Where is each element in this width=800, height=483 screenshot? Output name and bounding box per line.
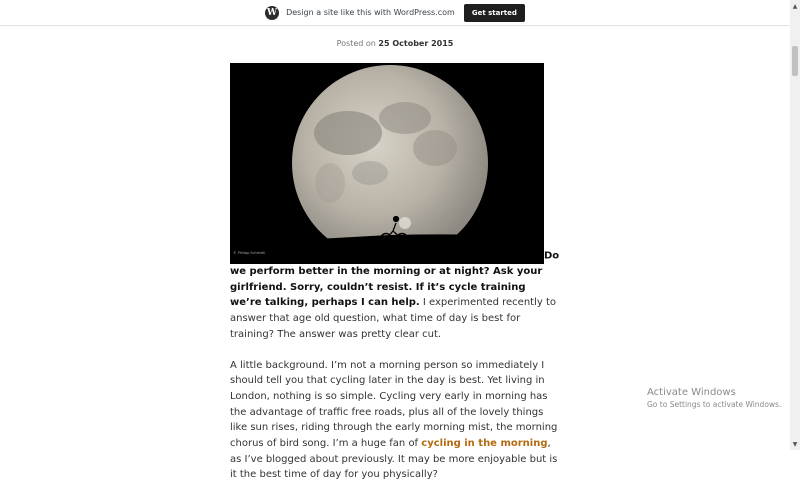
vertical-scrollbar[interactable]: ▲ ▼ [790,0,800,450]
moon-mare [314,111,382,155]
paragraph-2: A little background. I’m not a morning p… [230,358,560,483]
cycling-in-the-morning-link[interactable]: cycling in the morning [421,438,547,449]
moon-illustration [230,65,544,264]
scroll-down-icon[interactable]: ▼ [790,438,800,450]
scroll-thumb[interactable] [792,46,798,76]
post-date[interactable]: 25 October 2015 [378,39,453,48]
post-meta: Posted on 25 October 2015 [0,39,790,48]
moon-crater [399,217,411,229]
image-credit: © Philipp Schmidli [233,251,266,256]
paragraph-2-before: A little background. I’m not a morning p… [230,359,558,450]
moon-cyclist-image: © Philipp Schmidli [230,63,544,264]
posted-prefix: Posted on [336,39,376,48]
activate-title: Activate Windows [647,387,736,398]
post-content: © Philipp Schmidli Do we perform better … [230,63,560,483]
get-started-button[interactable]: Get started [463,3,525,22]
moon-mare [413,130,457,166]
wordpress-logo-icon[interactable]: W [265,5,280,20]
moon-disc [292,65,488,261]
banner-text[interactable]: Design a site like this with WordPress.c… [286,8,455,17]
scroll-up-icon[interactable]: ▲ [790,0,800,12]
activate-windows-watermark: Activate Windows Go to Settings to activ… [647,387,781,409]
paragraph-intro: © Philipp Schmidli Do we perform better … [230,63,560,343]
activate-subtitle: Go to Settings to activate Windows. [647,400,782,409]
wordpress-banner: W Design a site like this with WordPress… [0,0,790,26]
moon-mare [352,161,388,185]
moon-mare [315,163,345,203]
moon-mare [379,102,431,134]
